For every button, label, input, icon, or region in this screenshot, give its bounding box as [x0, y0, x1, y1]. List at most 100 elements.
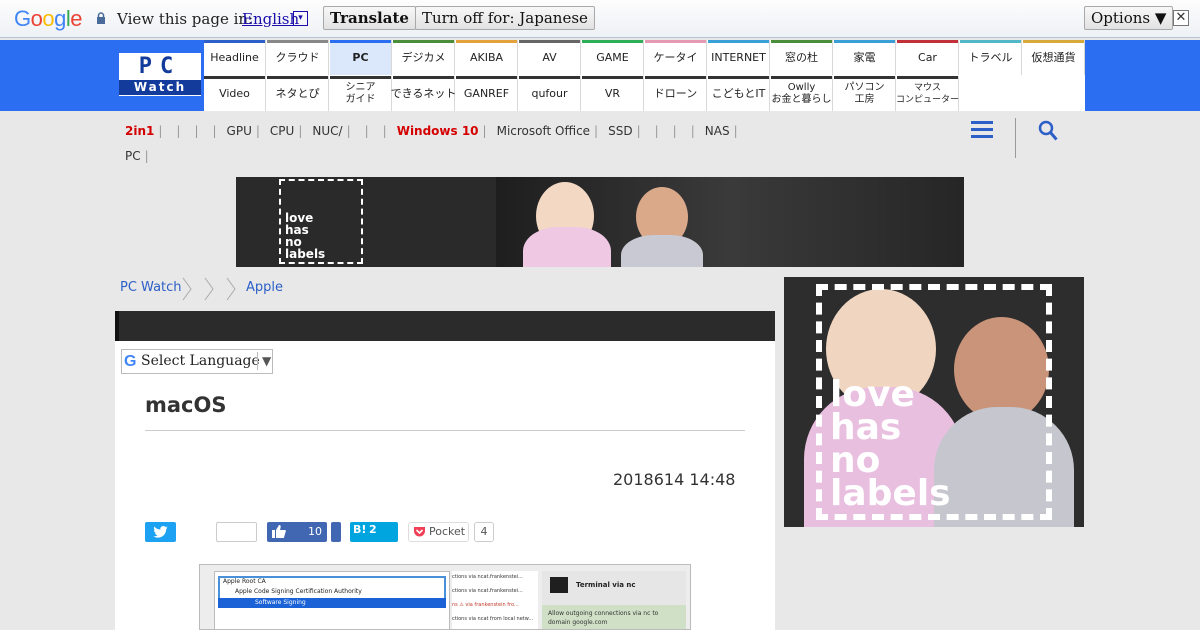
tweet-count: [216, 522, 257, 542]
tag-link[interactable]: Windows 10: [397, 119, 479, 144]
love-has-no-labels-logo: love has no labels: [816, 284, 1052, 520]
menu-icon[interactable]: [971, 121, 993, 139]
nav-item[interactable]: 仮想通貨: [1023, 40, 1085, 75]
breadcrumb-pc-watch[interactable]: PC Watch: [120, 280, 182, 295]
nav-item[interactable]: こどもとIT: [708, 76, 770, 111]
nav-item[interactable]: Car: [897, 40, 959, 75]
options-button[interactable]: Options ▼: [1084, 6, 1174, 30]
nav-color-bar: [519, 40, 580, 43]
twitter-share-button[interactable]: [145, 522, 176, 542]
nav-item[interactable]: PC: [330, 40, 392, 75]
search-icon[interactable]: [1038, 120, 1058, 142]
nav-item[interactable]: 家電: [834, 40, 896, 75]
nav-item-label: VR: [604, 86, 621, 100]
nav-item[interactable]: Headline: [204, 40, 266, 75]
tag-link[interactable]: Microsoft Office: [497, 119, 590, 144]
nav-item[interactable]: マウス コンピューター: [896, 76, 960, 111]
nav-item[interactable]: ケータイ: [645, 40, 707, 75]
tag-separator: |: [298, 124, 303, 138]
translate-button[interactable]: Translate: [323, 6, 416, 30]
nav-color-bar: [834, 76, 895, 79]
nav-item[interactable]: パソコン 工房: [834, 76, 896, 111]
select-language-dropdown[interactable]: G Select Language ▼: [121, 349, 273, 374]
tag-link[interactable]: 2in1: [125, 119, 154, 144]
nav-item-label: トラベル: [968, 50, 1013, 64]
nav-item[interactable]: シニア ガイド: [330, 76, 392, 111]
nav-item[interactable]: AV: [519, 40, 581, 75]
pocket-button[interactable]: Pocket: [408, 522, 469, 542]
google-g-icon: G: [124, 353, 137, 370]
nav-item[interactable]: GANREF: [456, 76, 518, 111]
google-logo-letter: o: [30, 6, 43, 31]
tag-link[interactable]: PC: [125, 144, 141, 169]
turn-off-button[interactable]: Turn off for: Japanese: [415, 6, 595, 30]
nav-item[interactable]: クラウド: [267, 40, 329, 75]
article-screenshot[interactable]: Apple Root CA Apple Code Signing Certifi…: [199, 564, 691, 630]
nav-color-bar: [456, 76, 517, 79]
connections-list: ctions via ncat.frankenstei... ctions vi…: [452, 571, 538, 629]
nav-color-bar: [834, 40, 895, 43]
close-icon[interactable]: ✕: [1173, 10, 1189, 26]
nav-item[interactable]: qufour: [519, 76, 581, 111]
nav-color-bar: [330, 40, 391, 43]
nav-color-bar: [771, 76, 832, 79]
nav-item[interactable]: VR: [582, 76, 644, 111]
nav-color-bar: [456, 40, 517, 43]
tag-separator: |: [636, 124, 641, 138]
nav-color-bar: [897, 76, 958, 79]
tag-link[interactable]: CPU: [270, 119, 294, 144]
keychain-panel: Apple Root CA Apple Code Signing Certifi…: [214, 571, 450, 629]
banner-ad[interactable]: love has no labels: [236, 177, 964, 267]
nav-color-bar: [708, 76, 769, 79]
nav-item[interactable]: INTERNET: [708, 40, 770, 75]
nav-item[interactable]: ネタとぴ: [267, 76, 329, 111]
connection-row: ns ⚠ via frankenstein fro...: [452, 602, 519, 608]
nav-item[interactable]: ドローン: [645, 76, 707, 111]
connection-row: ctions via ncat.frankenstei...: [452, 574, 523, 580]
nav-item-label: ネタとぴ: [275, 86, 320, 100]
logo-watch-text: Watch: [119, 80, 201, 95]
hatena-bookmark-button[interactable]: B! 2: [350, 522, 398, 542]
nav-item[interactable]: GAME: [582, 40, 644, 75]
category-band: [115, 311, 775, 341]
tag-separator: |: [594, 124, 599, 138]
nav-item[interactable]: できるネット: [391, 76, 456, 111]
tag-bar: 2in1 | | | | GPU | CPU | NUC/| | | Windows 10 | Micros…: [125, 119, 945, 169]
nav-item[interactable]: トラベル: [960, 40, 1022, 75]
nav-color-bar: [393, 76, 454, 79]
nav-item[interactable]: Owlly お金と暮らし: [771, 76, 833, 111]
tag-link[interactable]: SSD: [608, 119, 632, 144]
nav-item[interactable]: AKIBA: [456, 40, 518, 75]
facebook-like-button[interactable]: 10: [267, 522, 327, 542]
tag-link[interactable]: GPU: [227, 119, 252, 144]
nav-item-label: qufour: [531, 86, 568, 100]
thumbs-up-icon: [272, 525, 286, 538]
nav-item-label: マウス コンピューター: [896, 82, 960, 105]
facebook-count: 10: [308, 525, 322, 538]
nav-item-label: こどもとIT: [711, 86, 766, 100]
nav-item-label: AV: [542, 50, 557, 64]
nav-item-label: AKIBA: [469, 50, 504, 64]
tag-link[interactable]: NUC/: [312, 119, 342, 144]
tag-link[interactable]: NAS: [705, 119, 730, 144]
facebook-share-button[interactable]: [331, 522, 341, 542]
tag-separator: |: [733, 124, 738, 138]
chevron-right-icon: [204, 277, 214, 301]
tag-separator: |: [255, 124, 260, 138]
tag-separator: |: [690, 124, 695, 138]
language-link[interactable]: English: [242, 10, 299, 28]
tree-item: Software Signing: [255, 599, 306, 606]
nav-color-bar: [645, 40, 706, 43]
nav-item[interactable]: 窓の杜: [771, 40, 833, 75]
side-banner-ad[interactable]: love has no labels: [784, 277, 1084, 527]
nav-item[interactable]: Video: [204, 76, 266, 111]
article-title: macOS: [145, 393, 227, 417]
language-dropdown-icon[interactable]: ▾: [293, 11, 308, 26]
terminal-title: Terminal via nc: [576, 581, 636, 589]
nav-item[interactable]: デジカメ: [393, 40, 455, 75]
pc-watch-logo[interactable]: PC Watch: [119, 53, 201, 96]
google-logo-letter: e: [70, 6, 83, 31]
breadcrumb-apple[interactable]: Apple: [246, 280, 283, 295]
chevron-right-icon: [226, 277, 236, 301]
nav-color-bar: [582, 40, 643, 43]
